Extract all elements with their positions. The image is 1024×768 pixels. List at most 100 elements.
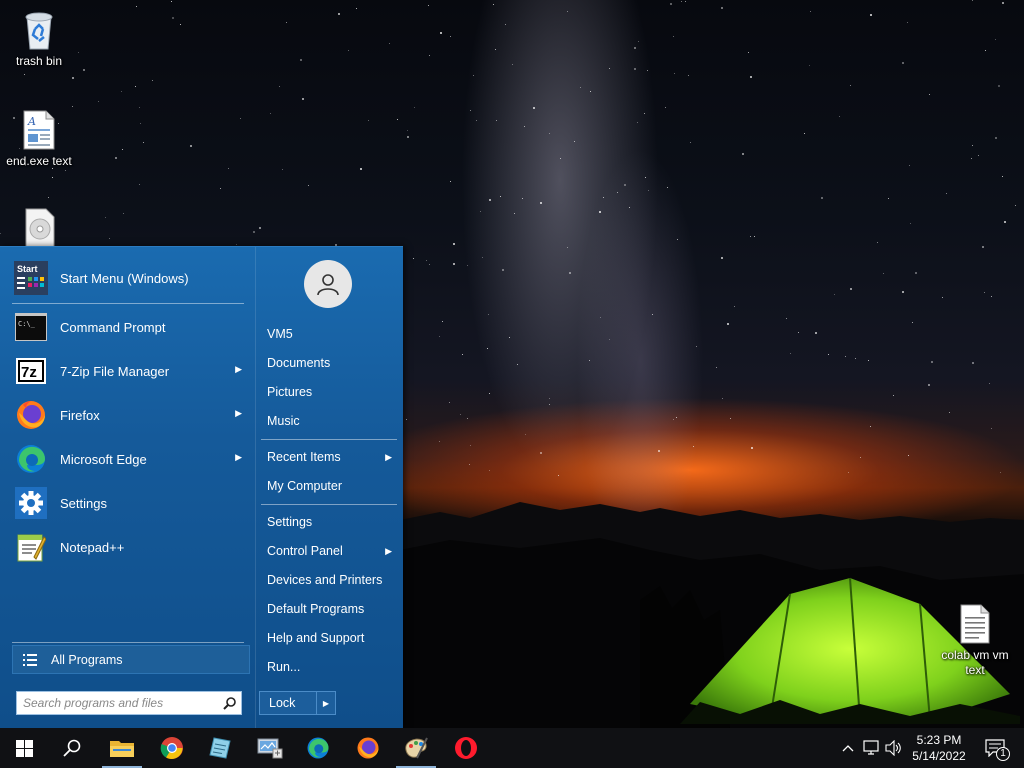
star — [589, 360, 590, 361]
star — [676, 417, 677, 418]
star — [860, 457, 861, 458]
star — [426, 260, 427, 261]
place-music[interactable]: Music — [262, 408, 398, 434]
pinned-firefox[interactable]: Firefox ▶ — [12, 395, 250, 435]
star — [910, 223, 911, 224]
pinned-settings[interactable]: Settings — [12, 483, 250, 523]
star — [567, 247, 568, 248]
submenu-arrow-icon: ▶ — [235, 364, 242, 374]
star — [629, 207, 630, 208]
star — [877, 242, 878, 243]
star — [300, 59, 302, 61]
star — [348, 50, 349, 51]
place-label: Help and Support — [267, 631, 365, 645]
search-icon — [63, 739, 81, 757]
star — [909, 165, 910, 166]
star — [681, 1, 682, 2]
star — [972, 0, 973, 1]
star — [855, 358, 856, 359]
all-programs-button[interactable]: All Programs — [12, 645, 250, 674]
taskbar-file-explorer[interactable] — [98, 728, 146, 768]
disc-document-icon — [19, 206, 59, 250]
star — [286, 22, 287, 23]
place-my-computer[interactable]: My Computer — [262, 473, 398, 499]
desktop-icon-trash-bin[interactable]: trash bin — [0, 8, 78, 69]
star — [429, 55, 430, 56]
user-avatar-icon[interactable] — [304, 260, 352, 308]
star — [658, 450, 660, 452]
desktop-icon-colab-vm-text[interactable]: colab vm vm text — [936, 602, 1014, 678]
taskbar-paint[interactable] — [392, 728, 440, 768]
submenu-arrow-icon: ▶ — [385, 451, 392, 462]
opera-icon — [454, 736, 478, 760]
place-recent-items[interactable]: Recent Items ▶ — [262, 444, 398, 470]
star — [259, 227, 261, 229]
show-hidden-icons-chevron-icon[interactable] — [838, 738, 858, 758]
desktop-icon-end-exe-text[interactable]: A end.exe text — [0, 108, 78, 169]
star — [634, 47, 636, 49]
taskbar: 5:23 PM 5/14/2022 1 — [0, 728, 1024, 768]
place-vm5[interactable]: VM5 — [262, 321, 398, 347]
star — [406, 419, 407, 420]
pinned-7zip-file-manager[interactable]: 7z 7-Zip File Manager ▶ — [12, 351, 250, 391]
action-center-button[interactable]: 1 — [978, 734, 1012, 762]
star — [644, 113, 645, 114]
search-input[interactable] — [23, 693, 219, 713]
star — [868, 360, 869, 361]
separator — [261, 439, 397, 440]
place-devices-and-printers[interactable]: Devices and Printers — [262, 567, 398, 593]
place-label: Recent Items — [267, 450, 341, 464]
star — [971, 158, 972, 159]
star — [368, 120, 369, 121]
pinned-command-prompt[interactable]: C:\_ Command Prompt — [12, 307, 250, 347]
pinned-item-label: Settings — [60, 495, 107, 511]
star — [798, 332, 799, 333]
star — [810, 11, 811, 12]
network-icon[interactable] — [862, 738, 882, 758]
search-icon[interactable] — [219, 693, 239, 713]
volume-icon[interactable] — [884, 738, 904, 758]
place-control-panel[interactable]: Control Panel ▶ — [262, 538, 398, 564]
star — [105, 217, 106, 218]
star — [450, 36, 451, 37]
star — [995, 39, 996, 40]
separator — [261, 504, 397, 505]
place-settings[interactable]: Settings — [262, 509, 398, 535]
star — [470, 445, 471, 446]
star — [815, 332, 817, 334]
taskbar-clock[interactable]: 5:23 PM 5/14/2022 — [906, 732, 972, 764]
desktop-icon-disc-file[interactable] — [0, 206, 78, 250]
star — [673, 419, 674, 420]
taskbar-search-button[interactable] — [48, 728, 96, 768]
power-options-arrow-icon[interactable]: ▶ — [317, 691, 336, 715]
place-help-and-support[interactable]: Help and Support — [262, 625, 398, 651]
star — [690, 142, 691, 143]
taskbar-opera[interactable] — [442, 728, 490, 768]
start-button[interactable] — [0, 728, 48, 768]
star — [828, 354, 829, 355]
star — [190, 145, 192, 147]
notification-count-badge: 1 — [996, 747, 1010, 761]
place-documents[interactable]: Documents — [262, 350, 398, 376]
star — [482, 257, 483, 258]
taskbar-notepad[interactable] — [196, 728, 244, 768]
pinned-notepad-plus-plus[interactable]: Notepad++ — [12, 527, 250, 567]
star — [549, 133, 550, 134]
taskbar-edge[interactable] — [294, 728, 342, 768]
star — [574, 141, 575, 142]
star — [609, 339, 610, 340]
pinned-microsoft-edge[interactable]: Microsoft Edge ▶ — [12, 439, 250, 479]
star — [460, 414, 461, 415]
pinned-start-menu-windows[interactable]: Start Start Menu (Windows) — [12, 258, 250, 298]
star — [991, 296, 992, 297]
star — [525, 434, 526, 435]
lock-button[interactable]: Lock — [259, 691, 317, 715]
place-run[interactable]: Run... — [262, 654, 398, 680]
taskbar-firefox[interactable] — [344, 728, 392, 768]
place-pictures[interactable]: Pictures — [262, 379, 398, 405]
taskbar-chrome[interactable] — [148, 728, 196, 768]
place-label: Documents — [267, 356, 331, 370]
place-default-programs[interactable]: Default Programs — [262, 596, 398, 622]
taskbar-control-panel[interactable] — [246, 728, 294, 768]
star — [580, 87, 581, 88]
